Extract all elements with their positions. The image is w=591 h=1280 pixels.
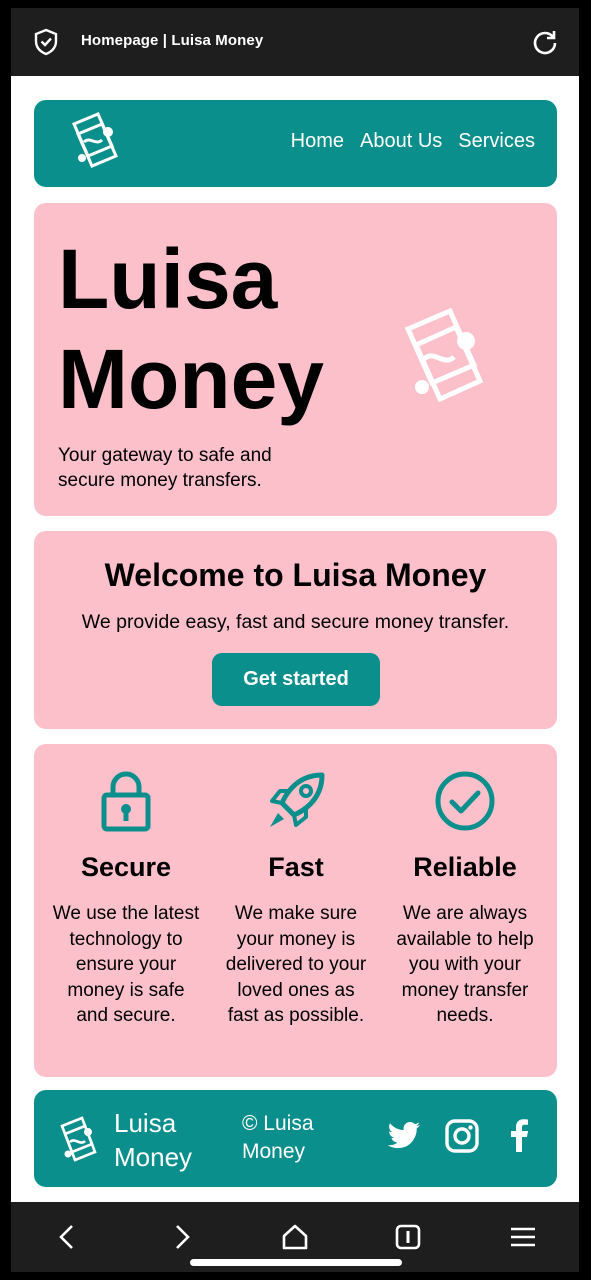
rocket-icon	[270, 772, 325, 827]
footer-copyright: © Luisa Money	[242, 1112, 314, 1163]
screen-edge-right	[579, 0, 591, 1280]
menu-icon[interactable]	[508, 1222, 538, 1252]
features-section: Secure We use the latest technology to e…	[34, 744, 557, 1077]
screen-edge-left	[0, 0, 11, 1280]
nav-link-home[interactable]: Home	[291, 130, 344, 153]
web-page: Home About Us Services Luisa Money Your …	[11, 76, 579, 1202]
feature-text: We are always available to help you with…	[396, 903, 534, 1026]
welcome-heading: Welcome to Luisa Money	[104, 557, 487, 593]
home-icon[interactable]	[280, 1222, 310, 1252]
tab-title: Homepage | Luisa Money	[81, 32, 264, 49]
nav-links: Home About Us Services	[291, 130, 535, 153]
feature-title: Secure	[80, 852, 172, 882]
welcome-section: Welcome to Luisa Money We provide easy, …	[34, 531, 557, 729]
nav-link-services[interactable]: Services	[458, 130, 535, 153]
feature-title: Reliable	[413, 852, 517, 882]
home-indicator[interactable]	[190, 1259, 402, 1266]
feature-text: We use the latest technology to ensure y…	[52, 903, 200, 1026]
lock-icon	[101, 771, 151, 832]
hero-section: Luisa Money Your gateway to safe and sec…	[34, 203, 557, 516]
tabs-icon[interactable]	[393, 1222, 423, 1252]
welcome-text: We provide easy, fast and secure money t…	[81, 611, 510, 633]
facebook-icon[interactable]	[502, 1118, 538, 1154]
forward-icon[interactable]	[166, 1222, 196, 1252]
phone-screen: Homepage | Luisa Money Home About Us Ser…	[0, 0, 591, 1280]
footer-logo-icon	[60, 1116, 97, 1162]
instagram-icon[interactable]	[444, 1118, 480, 1154]
hero-emblem-icon	[404, 307, 484, 403]
nav-link-about-us[interactable]: About Us	[360, 130, 442, 153]
browser-top-bar: Homepage | Luisa Money	[11, 8, 579, 76]
back-icon[interactable]	[53, 1222, 83, 1252]
twitter-icon[interactable]	[386, 1118, 422, 1154]
reload-icon[interactable]	[531, 28, 559, 56]
site-navbar: Home About Us Services	[34, 100, 557, 187]
check-circle-icon	[435, 771, 495, 831]
luisa-money-logo-icon[interactable]	[64, 106, 124, 176]
get-started-button[interactable]: Get started	[212, 653, 380, 706]
hero-title: Luisa Money	[58, 232, 325, 426]
feature-text: We make sure your money is delivered to …	[225, 903, 367, 1026]
site-footer: Luisa Money © Luisa Money	[34, 1090, 557, 1187]
feature-title: Fast	[268, 852, 324, 882]
footer-brand: Luisa Money	[114, 1108, 193, 1172]
shield-check-icon[interactable]	[33, 28, 59, 56]
hero-tagline: Your gateway to safe and secure money tr…	[58, 445, 272, 491]
